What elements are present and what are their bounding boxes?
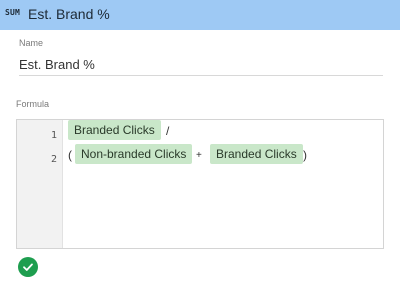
name-input[interactable]: [19, 54, 383, 76]
check-circle-icon: [18, 257, 38, 277]
field-token-branded-clicks[interactable]: Branded Clicks: [68, 120, 161, 140]
formula-editor[interactable]: 1 2 Branded Clicks / ( Non-branded Click…: [16, 119, 384, 249]
line-number-gutter: 1 2: [17, 120, 63, 248]
metric-title: Est. Brand %: [28, 6, 110, 22]
name-label: Name: [19, 38, 44, 48]
divide-operator: /: [166, 124, 170, 138]
field-token-branded-clicks[interactable]: Branded Clicks: [210, 144, 303, 164]
metric-header: SUM Est. Brand %: [0, 0, 400, 30]
aggregation-badge: SUM: [5, 8, 21, 17]
open-parenthesis: (: [68, 148, 72, 162]
checkmark-icon: [23, 263, 33, 271]
line-number: 2: [50, 154, 57, 165]
plus-operator: +: [196, 150, 202, 161]
formula-label: Formula: [16, 99, 50, 109]
field-token-non-branded-clicks[interactable]: Non-branded Clicks: [75, 144, 193, 164]
close-parenthesis: ): [303, 148, 307, 162]
formula-code-area[interactable]: Branded Clicks / ( Non-branded Clicks + …: [65, 120, 383, 248]
line-number: 1: [50, 130, 57, 141]
